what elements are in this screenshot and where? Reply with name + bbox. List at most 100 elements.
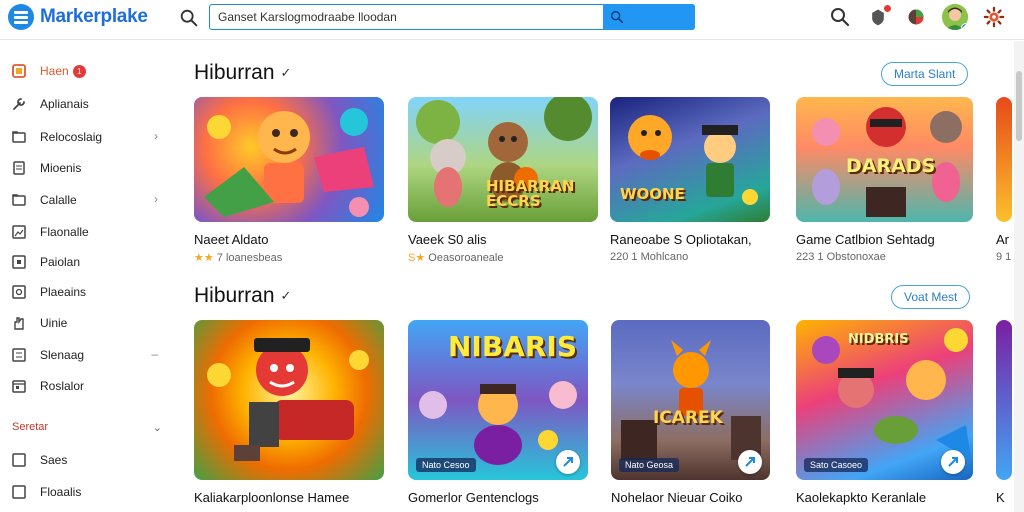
app-title: Markerplake [40, 6, 148, 27]
sidebar-item-label: Plaeains [40, 285, 87, 299]
checkbox-icon[interactable] [12, 485, 26, 499]
notification-icon[interactable] [866, 4, 892, 29]
extension-icon[interactable] [904, 5, 928, 29]
game-title[interactable]: Raneoabe S Opliotakan, [610, 232, 800, 247]
sidebar-item-mioenis[interactable]: Mioenis [12, 157, 162, 179]
game-thumbnail[interactable]: NIBARIS Nato Cesoo [408, 320, 588, 480]
game-thumbnail[interactable] [194, 97, 384, 222]
home-icon [12, 64, 26, 78]
sidebar-item-label: Saes [40, 453, 68, 467]
sidebar-section-label: Seretar [12, 421, 49, 433]
section-title-text: Hiburran [194, 284, 275, 307]
game-card[interactable]: NIDBRIS Sato Casoeo Kaolekapkto Keranlal… [796, 320, 986, 505]
see-all-button[interactable]: Marta Slant [881, 62, 969, 86]
game-card[interactable]: ICAREK Nato Geosa Nohelaor Nieuar Coiko [611, 320, 801, 505]
folder-icon [12, 193, 26, 207]
game-title[interactable]: K [996, 490, 1012, 505]
game-title[interactable]: Vaeek S0 alis [408, 232, 598, 247]
sidebar-item-aplianais[interactable]: Aplianais [12, 93, 162, 115]
game-art-text: DARADS [846, 155, 936, 177]
game-thumbnail[interactable]: ICAREK Nato Geosa [611, 320, 770, 480]
gear-box-icon [12, 285, 26, 299]
game-card[interactable]: K [996, 320, 1012, 505]
game-meta-text: Oeasoroaneale [428, 252, 504, 264]
avatar-status-badge [961, 23, 968, 30]
sidebar-item-uinie[interactable]: Uinie [12, 312, 162, 334]
app-logo[interactable]: Markerplake [8, 4, 148, 30]
game-art-text: NIDBRIS [848, 332, 909, 347]
sidebar-item-relocoslaig[interactable]: Relocoslaig › [12, 126, 162, 148]
sidebar-item-label: Floaalis [40, 485, 82, 499]
rating-stars: ★★ [194, 252, 214, 264]
search-button[interactable] [603, 3, 695, 30]
game-meta: ★★ 7 loanesbeas [194, 251, 384, 264]
hand-icon [12, 316, 26, 330]
document-icon [12, 161, 26, 175]
game-title[interactable]: Naeet Aldato [194, 232, 384, 247]
game-thumbnail[interactable]: DARADS [796, 97, 973, 222]
chevron-down-icon[interactable]: ✓ [281, 65, 292, 81]
logo-icon [8, 4, 34, 30]
game-tag: Nato Geosa [619, 458, 680, 472]
game-thumbnail[interactable]: HIBARRAN ECCRS [408, 97, 598, 222]
game-art-text: WOONE [620, 185, 685, 203]
see-all-button[interactable]: Voat Mest [891, 285, 971, 309]
sidebar-item-home[interactable]: Haen 1 [12, 60, 162, 82]
search-icon[interactable] [828, 5, 852, 29]
sidebar-item-label: Haen [40, 64, 69, 78]
game-card[interactable]: Ar 9 1 [996, 97, 1012, 263]
sidebar-item-floaalis[interactable]: Floaalis [12, 481, 162, 503]
avatar[interactable] [942, 4, 968, 30]
rating-stars: S★ [408, 252, 426, 264]
search-icon[interactable] [178, 7, 200, 29]
chevron-down-icon[interactable]: ✓ [281, 288, 292, 304]
game-meta: 223 1 Obstonoxae [796, 251, 886, 263]
checkbox-icon[interactable] [12, 453, 26, 467]
scrollbar-thumb[interactable] [1016, 71, 1022, 141]
header-icons [828, 4, 1006, 30]
sidebar-item-plaeains[interactable]: Plaeains [12, 281, 162, 303]
sidebar-section-header[interactable]: Seretar ⌄ [12, 421, 162, 434]
sidebar-item-calalle[interactable]: Calalle › [12, 189, 162, 211]
game-title[interactable]: Kaliakarploonlonse Hamee [194, 490, 384, 505]
sidebar-item-saes[interactable]: Saes [12, 449, 162, 471]
game-thumbnail[interactable] [194, 320, 384, 480]
game-title[interactable]: Kaolekapkto Keranlale [796, 490, 986, 505]
game-card[interactable]: Naeet Aldato ★★ 7 loanesbeas [194, 97, 384, 264]
game-title[interactable]: Ar [996, 232, 1012, 247]
chevron-right-icon[interactable]: › [154, 192, 158, 206]
arrow-icon [948, 457, 958, 467]
game-card[interactable]: WOONE Raneoabe S Opliotakan, 220 1 Mohlc… [610, 97, 800, 263]
sidebar-item-roslalor[interactable]: Roslalor [12, 375, 162, 397]
image-icon [12, 225, 26, 239]
play-button[interactable] [556, 450, 580, 474]
game-card[interactable]: NIBARIS Nato Cesoo Gomerlor Gentenclogs [408, 320, 598, 505]
play-button[interactable] [738, 450, 762, 474]
sidebar: Haen 1 Aplianais Relocoslaig › Mioenis C… [0, 41, 172, 512]
game-title[interactable]: Game Catlbion Sehtadg [796, 232, 986, 247]
game-thumbnail[interactable]: NIDBRIS Sato Casoeo [796, 320, 973, 480]
game-art-text: NIBARIS [448, 330, 578, 363]
sidebar-item-paiolan[interactable]: Paiolan [12, 251, 162, 273]
game-thumbnail[interactable]: WOONE [610, 97, 770, 222]
sidebar-item-label: Slenaag [40, 348, 85, 362]
game-title[interactable]: Gomerlor Gentenclogs [408, 490, 598, 505]
collapse-icon[interactable]: – [151, 347, 158, 361]
search-input[interactable] [218, 8, 598, 26]
sidebar-item-label: Uinie [40, 316, 68, 330]
game-art-text: HIBARRAN ECCRS [486, 177, 575, 210]
sidebar-item-slenaag[interactable]: Slenaag – [12, 344, 162, 366]
game-thumbnail[interactable] [996, 97, 1012, 222]
game-tag: Nato Cesoo [416, 458, 476, 472]
chevron-right-icon[interactable]: › [154, 129, 158, 143]
play-button[interactable] [941, 450, 965, 474]
game-card[interactable]: HIBARRAN ECCRS Vaeek S0 alis S★ Oeasoroa… [408, 97, 598, 264]
game-card[interactable]: Kaliakarploonlonse Hamee [194, 320, 384, 505]
game-card[interactable]: DARADS Game Catlbion Sehtadg 223 1 Obsto… [796, 97, 986, 263]
scrollbar[interactable] [1014, 41, 1024, 512]
settings-icon[interactable] [982, 5, 1006, 29]
game-thumbnail[interactable] [996, 320, 1012, 480]
chevron-down-icon[interactable]: ⌄ [153, 421, 162, 434]
sidebar-item-flaonalle[interactable]: Flaonalle [12, 221, 162, 243]
game-title[interactable]: Nohelaor Nieuar Coiko [611, 490, 801, 505]
